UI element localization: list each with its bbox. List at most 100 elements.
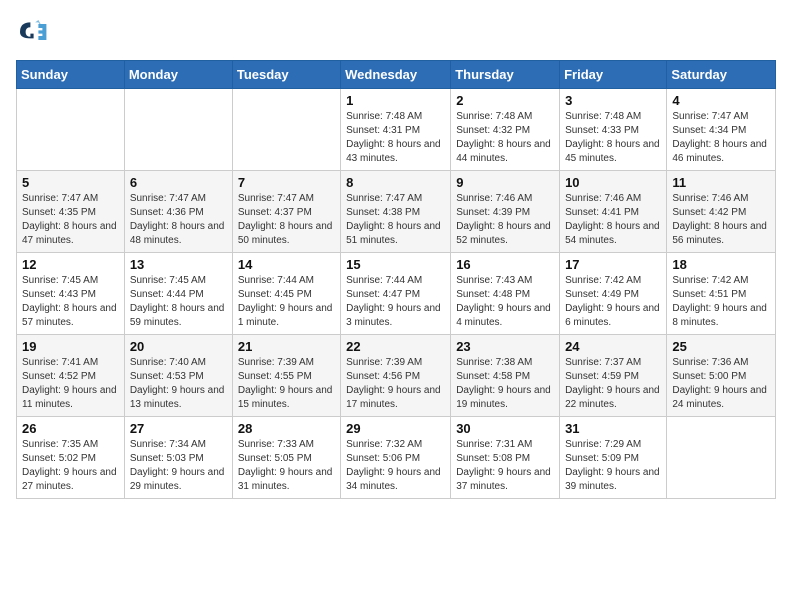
day-number: 25	[672, 339, 770, 354]
day-info: Sunrise: 7:47 AM Sunset: 4:34 PM Dayligh…	[672, 110, 770, 166]
calendar-cell: 17Sunrise: 7:42 AM Sunset: 4:49 PM Dayli…	[560, 253, 667, 335]
day-number: 6	[130, 175, 227, 190]
day-number: 22	[346, 339, 445, 354]
weekday-header-thursday: Thursday	[451, 61, 560, 89]
calendar-cell: 23 Sunrise: 7:38 AM Sunset: 4:58 PM Dayli…	[451, 335, 560, 417]
calendar-cell: 5 Sunrise: 7:47 AM Sunset: 4:35 PM Daylig…	[17, 171, 125, 253]
calendar-cell: 3 Sunrise: 7:48 AM Sunset: 4:33 PM Daylig…	[560, 89, 667, 171]
day-info: Sunrise: 7:44 AM Sunset: 4:45 PM Dayligh…	[238, 274, 335, 330]
day-info: Sunrise: 7:47 AM Sunset: 4:35 PM Dayligh…	[22, 192, 119, 248]
calendar-cell: 31Sunrise: 7:29 AM Sunset: 5:09 PM Dayli…	[560, 417, 667, 499]
calendar-cell: 24 Sunrise: 7:37 AM Sunset: 4:59 PM Dayli…	[560, 335, 667, 417]
day-info: Sunrise: 7:46 AM Sunset: 4:42 PM Dayligh…	[672, 192, 770, 248]
day-info: Sunrise: 7:45 AM Sunset: 4:43 PM Dayligh…	[22, 274, 119, 330]
day-number: 5	[22, 175, 119, 190]
day-number: 26	[22, 421, 119, 436]
day-info: Sunrise: 7:41 AM Sunset: 4:52 PM Dayligh…	[22, 356, 119, 412]
day-number: 10	[565, 175, 661, 190]
day-info: Sunrise: 7:34 AM Sunset: 5:03 PM Dayligh…	[130, 438, 227, 494]
logo	[16, 16, 52, 48]
calendar-cell	[124, 89, 232, 171]
day-number: 7	[238, 175, 335, 190]
calendar-cell: 20 Sunrise: 7:40 AM Sunset: 4:53 PM Dayli…	[124, 335, 232, 417]
logo-icon	[16, 16, 48, 48]
calendar-cell: 19 Sunrise: 7:41 AM Sunset: 4:52 PM Dayli…	[17, 335, 125, 417]
day-number: 15	[346, 257, 445, 272]
day-number: 29	[346, 421, 445, 436]
day-number: 30	[456, 421, 554, 436]
day-info: Sunrise: 7:39 AM Sunset: 4:55 PM Dayligh…	[238, 356, 335, 412]
calendar-cell: 11 Sunrise: 7:46 AM Sunset: 4:42 PM Dayli…	[667, 171, 776, 253]
calendar-cell	[232, 89, 340, 171]
day-info: Sunrise: 7:37 AM Sunset: 4:59 PM Dayligh…	[565, 356, 661, 412]
calendar-cell: 7Sunrise: 7:47 AM Sunset: 4:37 PM Daylig…	[232, 171, 340, 253]
day-info: Sunrise: 7:48 AM Sunset: 4:31 PM Dayligh…	[346, 110, 445, 166]
calendar-cell	[667, 417, 776, 499]
day-number: 11	[672, 175, 770, 190]
calendar-cell: 9 Sunrise: 7:46 AM Sunset: 4:39 PM Daylig…	[451, 171, 560, 253]
day-number: 13	[130, 257, 227, 272]
calendar-cell: 28Sunrise: 7:33 AM Sunset: 5:05 PM Dayli…	[232, 417, 340, 499]
calendar-cell: 4 Sunrise: 7:47 AM Sunset: 4:34 PM Daylig…	[667, 89, 776, 171]
week-row-5: 26 Sunrise: 7:35 AM Sunset: 5:02 PM Dayli…	[17, 417, 776, 499]
day-info: Sunrise: 7:48 AM Sunset: 4:32 PM Dayligh…	[456, 110, 554, 166]
day-info: Sunrise: 7:33 AM Sunset: 5:05 PM Dayligh…	[238, 438, 335, 494]
calendar-cell	[17, 89, 125, 171]
week-row-4: 19 Sunrise: 7:41 AM Sunset: 4:52 PM Dayli…	[17, 335, 776, 417]
week-row-2: 5 Sunrise: 7:47 AM Sunset: 4:35 PM Daylig…	[17, 171, 776, 253]
calendar-cell: 2 Sunrise: 7:48 AM Sunset: 4:32 PM Daylig…	[451, 89, 560, 171]
day-info: Sunrise: 7:38 AM Sunset: 4:58 PM Dayligh…	[456, 356, 554, 412]
week-row-1: 1 Sunrise: 7:48 AM Sunset: 4:31 PM Daylig…	[17, 89, 776, 171]
day-number: 4	[672, 93, 770, 108]
day-info: Sunrise: 7:36 AM Sunset: 5:00 PM Dayligh…	[672, 356, 770, 412]
day-info: Sunrise: 7:46 AM Sunset: 4:39 PM Dayligh…	[456, 192, 554, 248]
calendar-cell: 29 Sunrise: 7:32 AM Sunset: 5:06 PM Dayli…	[341, 417, 451, 499]
day-info: Sunrise: 7:31 AM Sunset: 5:08 PM Dayligh…	[456, 438, 554, 494]
weekday-header-sunday: Sunday	[17, 61, 125, 89]
weekday-header-saturday: Saturday	[667, 61, 776, 89]
calendar-cell: 30 Sunrise: 7:31 AM Sunset: 5:08 PM Dayli…	[451, 417, 560, 499]
day-number: 2	[456, 93, 554, 108]
day-number: 3	[565, 93, 661, 108]
day-number: 1	[346, 93, 445, 108]
weekday-header-wednesday: Wednesday	[341, 61, 451, 89]
calendar-cell: 26 Sunrise: 7:35 AM Sunset: 5:02 PM Dayli…	[17, 417, 125, 499]
day-number: 14	[238, 257, 335, 272]
day-number: 8	[346, 175, 445, 190]
week-row-3: 12 Sunrise: 7:45 AM Sunset: 4:43 PM Dayli…	[17, 253, 776, 335]
calendar-table: SundayMondayTuesdayWednesdayThursdayFrid…	[16, 60, 776, 499]
calendar-cell: 12 Sunrise: 7:45 AM Sunset: 4:43 PM Dayli…	[17, 253, 125, 335]
day-info: Sunrise: 7:45 AM Sunset: 4:44 PM Dayligh…	[130, 274, 227, 330]
day-number: 9	[456, 175, 554, 190]
day-number: 27	[130, 421, 227, 436]
day-info: Sunrise: 7:47 AM Sunset: 4:38 PM Dayligh…	[346, 192, 445, 248]
day-info: Sunrise: 7:48 AM Sunset: 4:33 PM Dayligh…	[565, 110, 661, 166]
day-number: 18	[672, 257, 770, 272]
day-number: 20	[130, 339, 227, 354]
day-number: 17	[565, 257, 661, 272]
calendar-cell: 18 Sunrise: 7:42 AM Sunset: 4:51 PM Dayli…	[667, 253, 776, 335]
day-number: 24	[565, 339, 661, 354]
day-info: Sunrise: 7:42 AM Sunset: 4:51 PM Dayligh…	[672, 274, 770, 330]
calendar-cell: 27 Sunrise: 7:34 AM Sunset: 5:03 PM Dayli…	[124, 417, 232, 499]
day-number: 19	[22, 339, 119, 354]
day-info: Sunrise: 7:35 AM Sunset: 5:02 PM Dayligh…	[22, 438, 119, 494]
weekday-header-row: SundayMondayTuesdayWednesdayThursdayFrid…	[17, 61, 776, 89]
day-info: Sunrise: 7:43 AM Sunset: 4:48 PM Dayligh…	[456, 274, 554, 330]
day-info: Sunrise: 7:46 AM Sunset: 4:41 PM Dayligh…	[565, 192, 661, 248]
calendar-cell: 15 Sunrise: 7:44 AM Sunset: 4:47 PM Dayli…	[341, 253, 451, 335]
calendar-cell: 8 Sunrise: 7:47 AM Sunset: 4:38 PM Daylig…	[341, 171, 451, 253]
day-info: Sunrise: 7:44 AM Sunset: 4:47 PM Dayligh…	[346, 274, 445, 330]
day-info: Sunrise: 7:47 AM Sunset: 4:36 PM Dayligh…	[130, 192, 227, 248]
day-info: Sunrise: 7:29 AM Sunset: 5:09 PM Dayligh…	[565, 438, 661, 494]
calendar-cell: 22Sunrise: 7:39 AM Sunset: 4:56 PM Dayli…	[341, 335, 451, 417]
day-number: 23	[456, 339, 554, 354]
day-info: Sunrise: 7:40 AM Sunset: 4:53 PM Dayligh…	[130, 356, 227, 412]
day-number: 12	[22, 257, 119, 272]
day-info: Sunrise: 7:32 AM Sunset: 5:06 PM Dayligh…	[346, 438, 445, 494]
calendar-cell: 6 Sunrise: 7:47 AM Sunset: 4:36 PM Daylig…	[124, 171, 232, 253]
calendar-cell: 25 Sunrise: 7:36 AM Sunset: 5:00 PM Dayli…	[667, 335, 776, 417]
page-header	[16, 16, 776, 48]
weekday-header-tuesday: Tuesday	[232, 61, 340, 89]
calendar-cell: 13 Sunrise: 7:45 AM Sunset: 4:44 PM Dayli…	[124, 253, 232, 335]
